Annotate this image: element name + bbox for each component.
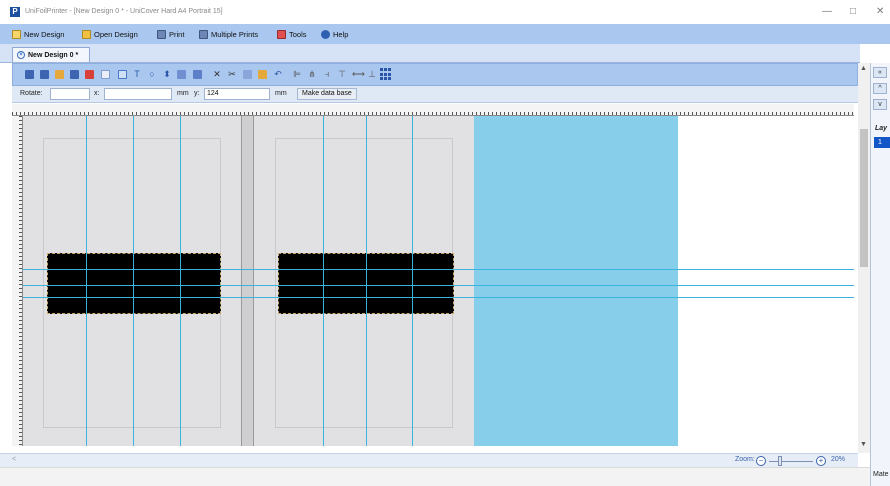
panel-down-button[interactable]: v <box>873 99 887 110</box>
copy-icon[interactable] <box>243 70 252 79</box>
make-database-button[interactable]: Make data base <box>297 88 357 100</box>
zoom-slider-track[interactable] <box>769 461 813 462</box>
menu-print-label: Print <box>169 29 185 39</box>
y-unit-label: mm <box>275 90 287 97</box>
menu-open-design-label: Open Design <box>94 29 138 39</box>
printer-icon <box>157 29 166 39</box>
rotate-input[interactable] <box>50 88 90 100</box>
scroll-left-icon[interactable]: < <box>12 456 16 463</box>
menu-multiple-prints[interactable]: Multiple Prints <box>199 28 258 40</box>
guide-line-horizontal[interactable] <box>23 269 854 270</box>
menu-new-design[interactable]: New Design <box>12 28 64 40</box>
select-arrow-icon[interactable] <box>118 70 127 79</box>
properties-bar: Rotate: x: mm y: 124 mm Make data base <box>12 86 858 103</box>
x-unit-label: mm <box>177 90 189 97</box>
design-toolbar: T ○ ⬍ ✕ ✂ ↶ ⊫ ⋔ ⫞ ⊤ ⟷ ⊥ <box>12 63 858 86</box>
zoom-out-button[interactable]: − <box>756 456 766 466</box>
menu-new-design-label: New Design <box>24 29 65 39</box>
menu-open-design[interactable]: Open Design <box>82 28 138 40</box>
tab-new-design-0[interactable]: × New Design 0 * <box>12 47 90 62</box>
save-as-icon[interactable] <box>40 70 49 79</box>
menu-bar: New Design Open Design Print Multiple Pr… <box>0 24 890 44</box>
vertical-ruler <box>12 116 23 446</box>
guide-line-vertical[interactable] <box>86 116 87 446</box>
align-top-icon[interactable]: ⊤ <box>337 69 347 80</box>
line-tool-icon[interactable]: ⬍ <box>162 69 172 80</box>
delete-icon[interactable]: ✕ <box>212 69 222 80</box>
minimize-button[interactable]: — <box>822 6 832 17</box>
menu-tools-label: Tools <box>289 29 307 39</box>
design-canvas[interactable] <box>23 116 854 446</box>
guide-line-vertical[interactable] <box>323 116 324 446</box>
scroll-up-icon[interactable]: ▲ <box>860 65 867 72</box>
guide-line-vertical[interactable] <box>133 116 134 446</box>
align-center-icon[interactable]: ⋔ <box>307 69 317 80</box>
scroll-down-icon[interactable]: ▼ <box>860 441 867 448</box>
distribute-icon[interactable]: ⟷ <box>352 69 365 80</box>
material-label: Mate <box>873 471 889 478</box>
new-document-icon <box>12 29 21 39</box>
x-input[interactable] <box>104 88 172 100</box>
export-icon[interactable] <box>70 70 79 79</box>
blue-panel <box>474 116 678 446</box>
zoom-in-button[interactable]: + <box>816 456 826 466</box>
spine-left <box>241 116 254 446</box>
menu-multiple-prints-label: Multiple Prints <box>211 29 259 39</box>
status-bar: < Zoom: − + 20% <box>0 453 858 467</box>
tab-close-icon[interactable]: × <box>17 51 25 59</box>
import-image-icon[interactable] <box>55 70 64 79</box>
save-icon[interactable] <box>25 70 34 79</box>
folder-icon <box>82 29 91 39</box>
scroll-thumb[interactable] <box>860 129 868 267</box>
guide-line-vertical[interactable] <box>412 116 413 446</box>
tab-label: New Design 0 * <box>28 51 79 59</box>
menu-tools[interactable]: Tools <box>277 28 307 40</box>
text-tool-icon[interactable]: T <box>132 69 142 80</box>
zoom-label: Zoom: <box>735 456 755 463</box>
layers-label: Lay <box>875 125 888 132</box>
layer-item[interactable]: 1 <box>874 137 890 148</box>
y-label: y: <box>194 90 200 97</box>
x-label: x: <box>94 90 100 97</box>
close-button[interactable]: ✕ <box>876 6 884 17</box>
align-right-icon[interactable]: ⫞ <box>322 69 332 80</box>
guide-line-horizontal[interactable] <box>23 297 854 298</box>
circle-tool-icon[interactable]: ○ <box>147 69 157 80</box>
y-input[interactable]: 124 <box>204 88 270 100</box>
panel-up-button[interactable]: ^ <box>873 83 887 94</box>
frame-icon[interactable] <box>101 70 110 79</box>
guide-line-vertical[interactable] <box>180 116 181 446</box>
vertical-scrollbar[interactable]: ▲ ▼ <box>858 63 870 453</box>
guide-line-vertical[interactable] <box>366 116 367 446</box>
paste-icon[interactable] <box>258 70 267 79</box>
horizontal-ruler <box>12 104 854 116</box>
menu-help-label: Help <box>333 29 349 39</box>
document-tab-bar: × New Design 0 * <box>0 44 860 63</box>
panel-collapse-button[interactable]: « <box>873 67 887 78</box>
zoom-value: 20% <box>831 456 846 463</box>
app-logo-icon: P <box>10 7 20 17</box>
title-bar: P UniFoilPrinter - [New Design 0 * - Uni… <box>0 0 890 24</box>
bottom-strip <box>0 467 870 486</box>
help-icon <box>321 29 330 39</box>
multiple-printer-icon <box>199 29 208 39</box>
undo-icon[interactable]: ↶ <box>273 69 283 80</box>
foil-block-left[interactable] <box>47 253 221 314</box>
align-left-icon[interactable]: ⊫ <box>292 69 302 80</box>
foil-color-icon[interactable] <box>85 70 94 79</box>
maximize-button[interactable]: □ <box>850 6 856 17</box>
menu-print[interactable]: Print <box>157 28 184 40</box>
tools-icon <box>277 29 286 39</box>
guide-line-horizontal[interactable] <box>23 285 854 286</box>
menu-help[interactable]: Help <box>321 28 348 40</box>
grid-icon[interactable] <box>380 68 391 81</box>
image-tool-icon[interactable] <box>177 70 186 79</box>
window-title: UniFoilPrinter - [New Design 0 * - UniCo… <box>25 8 223 15</box>
layers-side-panel: « ^ v Lay 1 Mate <box>870 63 890 486</box>
cut-icon[interactable]: ✂ <box>227 69 237 80</box>
rotate-label: Rotate: <box>20 90 43 97</box>
align-bottom-icon[interactable]: ⊥ <box>367 69 377 80</box>
barcode-tool-icon[interactable] <box>193 70 202 79</box>
zoom-slider-thumb[interactable] <box>778 456 782 466</box>
